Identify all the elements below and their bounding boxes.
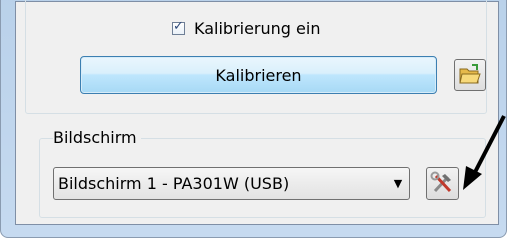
screenshot: ✓ Kalibrierung ein Kalibrieren Bildschir… [0, 0, 509, 248]
calibration-checkbox-label[interactable]: Kalibrierung ein [194, 19, 320, 38]
calibration-checkbox[interactable]: ✓ [172, 18, 185, 35]
open-folder-button[interactable] [454, 59, 486, 91]
calibration-group: ✓ Kalibrierung ein Kalibrieren [25, 0, 487, 114]
display-settings-button[interactable] [426, 167, 459, 200]
chevron-down-icon[interactable]: ▼ [387, 177, 409, 190]
open-folder-icon [459, 64, 481, 84]
calibrate-button[interactable]: Kalibrieren [80, 56, 437, 94]
display-select-value: Bildschirm 1 - PA301W (USB) [58, 174, 290, 193]
checkmark-icon: ✓ [173, 18, 184, 34]
hammer-wrench-icon [430, 171, 452, 193]
display-select[interactable]: Bildschirm 1 - PA301W (USB) ▼ [53, 167, 410, 200]
screen-group-label: Bildschirm [53, 128, 141, 147]
arrow-icon [463, 115, 506, 190]
calibration-checkbox-row[interactable]: ✓ Kalibrierung ein [172, 18, 320, 38]
